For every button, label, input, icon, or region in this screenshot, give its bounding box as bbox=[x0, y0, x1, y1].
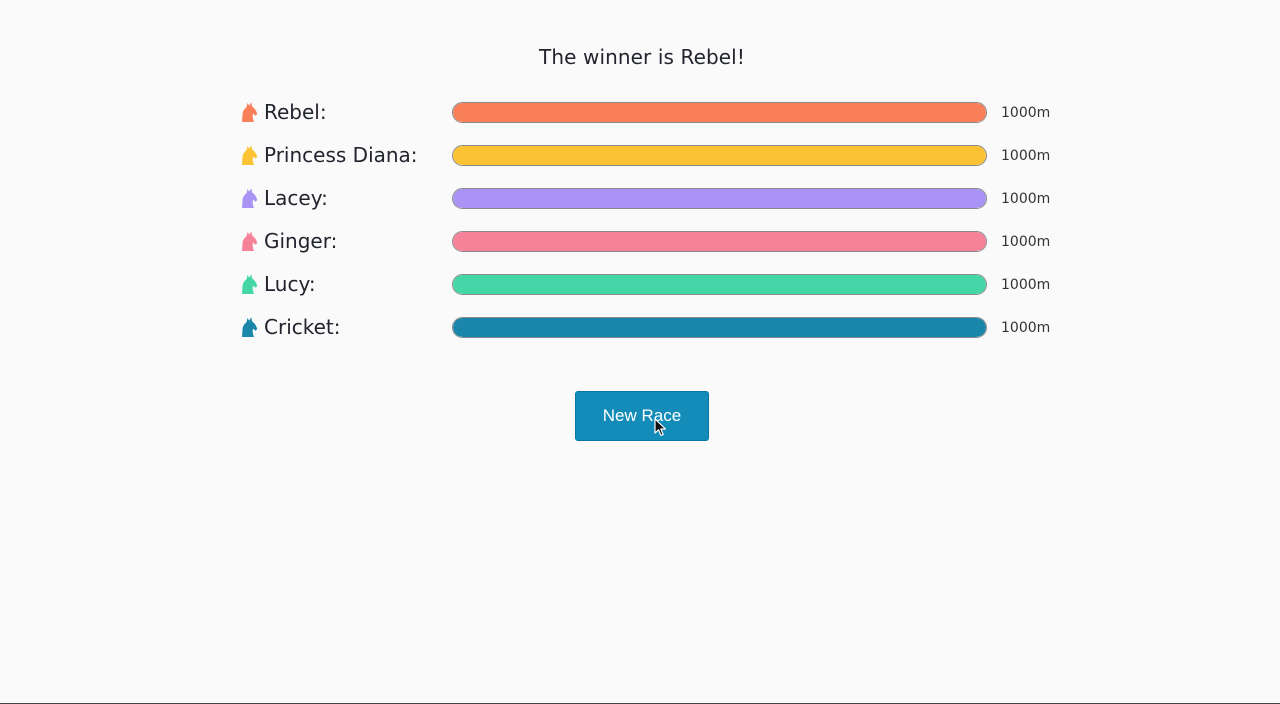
winner-announcement: The winner is Rebel! bbox=[539, 45, 745, 69]
distance-label: 1000m bbox=[1001, 148, 1051, 164]
progress-track bbox=[452, 145, 987, 166]
horse-row-lacey: Lacey: 1000m bbox=[238, 178, 1058, 221]
progress-fill bbox=[453, 275, 986, 294]
horse-head-icon bbox=[238, 273, 258, 295]
progress-fill bbox=[453, 189, 986, 208]
horse-head-icon bbox=[238, 101, 258, 123]
distance-label: 1000m bbox=[1001, 320, 1051, 336]
horse-head-icon bbox=[238, 316, 258, 338]
horse-row-cricket: Cricket: 1000m bbox=[238, 307, 1058, 350]
race-list: Rebel: 1000m Princess Diana: 1000m Lacey… bbox=[238, 92, 1058, 350]
horse-name: Princess Diana: bbox=[264, 143, 418, 167]
horse-name: Lucy: bbox=[264, 272, 316, 296]
distance-label: 1000m bbox=[1001, 277, 1051, 293]
progress-track bbox=[452, 317, 987, 338]
horse-name: Ginger: bbox=[264, 229, 338, 253]
progress-fill bbox=[453, 232, 986, 251]
progress-fill bbox=[453, 318, 986, 337]
horse-row-rebel: Rebel: 1000m bbox=[238, 92, 1058, 135]
horse-name: Lacey: bbox=[264, 186, 328, 210]
horse-name: Rebel: bbox=[264, 100, 327, 124]
distance-label: 1000m bbox=[1001, 234, 1051, 250]
horse-head-icon bbox=[238, 230, 258, 252]
progress-track bbox=[452, 231, 987, 252]
horse-head-icon bbox=[238, 187, 258, 209]
race-page: The winner is Rebel! Rebel: 1000m Prince… bbox=[0, 0, 1280, 704]
new-race-button[interactable]: New Race bbox=[575, 391, 709, 441]
horse-row-ginger: Ginger: 1000m bbox=[238, 221, 1058, 264]
progress-track bbox=[452, 274, 987, 295]
progress-fill bbox=[453, 146, 986, 165]
horse-head-icon bbox=[238, 144, 258, 166]
progress-track bbox=[452, 102, 987, 123]
distance-label: 1000m bbox=[1001, 191, 1051, 207]
distance-label: 1000m bbox=[1001, 105, 1051, 121]
progress-fill bbox=[453, 103, 986, 122]
horse-row-princess-diana: Princess Diana: 1000m bbox=[238, 135, 1058, 178]
horse-name: Cricket: bbox=[264, 315, 341, 339]
horse-row-lucy: Lucy: 1000m bbox=[238, 264, 1058, 307]
progress-track bbox=[452, 188, 987, 209]
